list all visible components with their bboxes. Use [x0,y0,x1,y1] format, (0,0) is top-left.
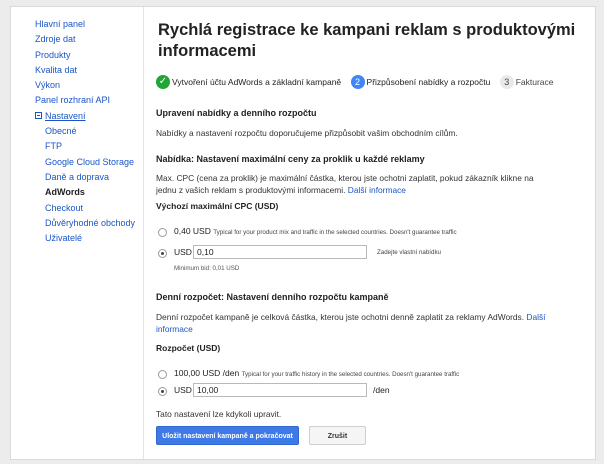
step-3-number: 3 [499,75,514,89]
budget-description-text: Denní rozpočet kampaně je celková částka… [156,312,525,322]
step-2-label: Přizpůsobení nabídky a rozpočtu [366,77,491,87]
budget-recommended-hint: Typical for your traffic history in the … [241,371,460,378]
sidebar-item-users[interactable]: Uživatelé [35,231,141,246]
step-2: 2 Přizpůsobení nabídky a rozpočtu [350,75,491,89]
cpc-custom-radio[interactable] [158,249,167,258]
budget-recommended-value: 100,00 USD /den [174,368,240,378]
bid-more-info-link[interactable]: Další informace [348,185,406,195]
cpc-custom-hint: Zadejte vlastní nabídku [377,249,441,256]
sidebar-item-settings[interactable]: Nastavení [35,109,141,124]
save-and-continue-button[interactable]: Uložit nastavení kampaně a pokračovat [156,426,299,445]
step-3-label: Fakturace [515,77,554,87]
sidebar-item-performance[interactable]: Výkon [35,78,141,93]
sidebar-nav: Hlavní panel Zdroje dat Produkty Kvalita… [35,17,141,246]
budget-custom-input[interactable] [193,383,367,397]
step-3: 3 Fakturace [499,75,554,89]
budget-custom-radio[interactable] [158,387,167,396]
sidebar-item-ftp[interactable]: FTP [35,139,141,154]
cpc-recommended-radio[interactable] [158,228,167,237]
checkmark-icon: ✓ [156,75,170,89]
cpc-field-label: Výchozí maximální CPC (USD) [156,201,279,211]
collapse-icon[interactable] [35,111,42,119]
bid-section-heading: Upravení nabídky a denního rozpočtu [156,108,317,118]
step-1: ✓ Vytvoření účtu AdWords a základní kamp… [156,75,341,89]
sidebar-item-checkout[interactable]: Checkout [35,201,141,216]
sidebar-item-cloud-storage[interactable]: Google Cloud Storage [35,155,141,170]
sidebar-item-products[interactable]: Produkty [35,48,141,63]
sidebar-item-trusted-stores[interactable]: Důvěryhodné obchody [35,216,141,231]
main-content: Rychlá registrace ke kampani reklam s pr… [144,7,594,457]
page-frame: Hlavní panel Zdroje dat Produkty Kvalita… [10,6,596,460]
budget-subheading: Denní rozpočet: Nastavení denního rozpoč… [156,292,389,302]
bid-subheading: Nabídka: Nastavení maximální ceny za pro… [156,154,425,164]
sidebar-item-settings-label[interactable]: Nastavení [45,111,86,121]
sidebar-item-general[interactable]: Obecné [35,124,141,139]
budget-recommended-option: 100,00 USD /den Typical for your traffic… [174,368,459,378]
cpc-recommended-option: 0,40 USD Typical for your product mix an… [174,226,457,236]
bid-description-text: Max. CPC (cena za proklik) je maximální … [156,173,534,195]
budget-custom-prefix: USD [174,385,192,395]
cpc-recommended-value: 0,40 USD [174,226,211,236]
budget-custom-suffix: /den [373,385,390,395]
budget-recommended-radio[interactable] [158,370,167,379]
sidebar-item-tax-shipping[interactable]: Daně a doprava [35,170,141,185]
step-1-label: Vytvoření účtu AdWords a základní kampan… [172,77,342,87]
sidebar-item-data-feeds[interactable]: Zdroje dat [35,32,141,47]
cpc-custom-input[interactable] [193,245,367,259]
min-bid-note: Minimum bid: 0,01 USD [174,265,240,272]
bid-section-intro: Nabídky a nastavení rozpočtu doporučujem… [156,128,458,138]
sidebar-item-data-quality[interactable]: Kvalita dat [35,63,141,78]
cpc-custom-prefix: USD [174,247,192,257]
cancel-button[interactable]: Zrušit [309,426,366,445]
page-title: Rychlá registrace ke kampani reklam s pr… [158,21,576,60]
sidebar-item-api-panel[interactable]: Panel rozhraní API [35,93,141,108]
bid-description: Max. CPC (cena za proklik) je maximální … [156,172,551,196]
budget-description: Denní rozpočet kampaně je celková částka… [156,311,561,335]
step-2-number: 2 [350,75,365,89]
footer-note: Tato nastavení lze kdykoli upravit. [156,409,282,419]
sidebar-item-adwords[interactable]: AdWords [35,185,141,200]
progress-steps: ✓ Vytvoření účtu AdWords a základní kamp… [156,75,561,91]
sidebar-item-dashboard[interactable]: Hlavní panel [35,17,141,32]
cpc-recommended-hint: Typical for your product mix and traffic… [213,229,457,236]
budget-field-label: Rozpočet (USD) [156,343,221,353]
